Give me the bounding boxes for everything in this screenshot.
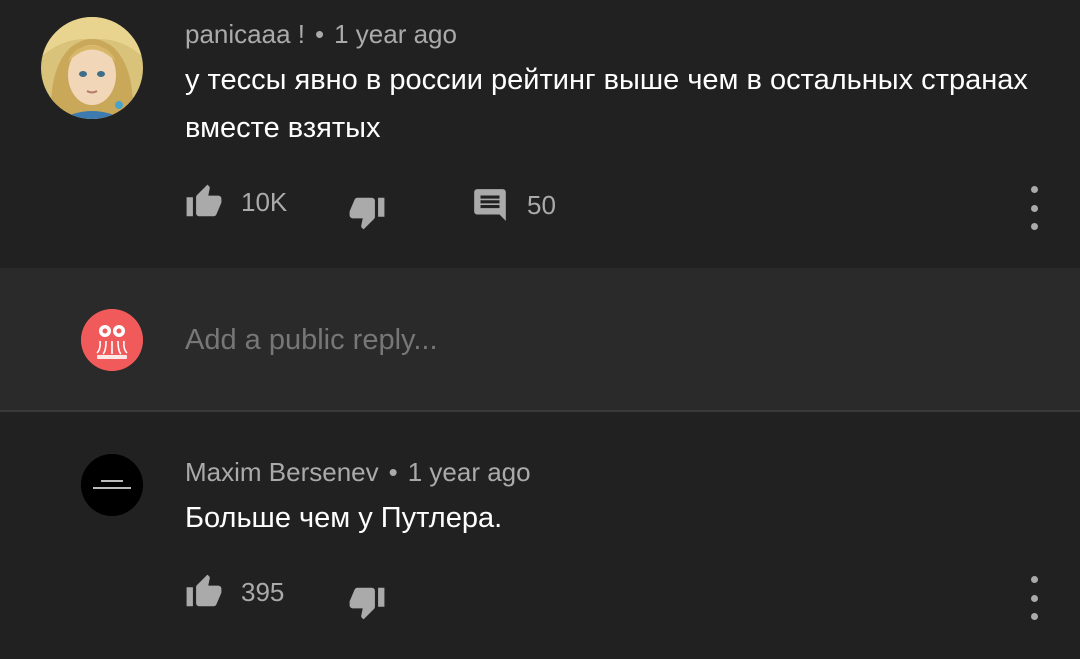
- comment-thread-2: Maxim Bersenev • 1 year ago Больше чем у П…: [0, 412, 1080, 659]
- comment-thread-1: panicaaa ! • 1 year ago у тессы явно в рос…: [0, 0, 1080, 268]
- author-avatar[interactable]: [81, 454, 143, 516]
- comment-time[interactable]: 1 year ago: [408, 457, 531, 487]
- comment-text: Больше чем у Путлера.: [185, 502, 503, 534]
- dislike-button[interactable]: [348, 193, 386, 231]
- reply-box: Add a public reply...: [0, 268, 1080, 410]
- more-vertical-icon: [1030, 576, 1038, 583]
- reply-count: 50: [527, 189, 556, 220]
- more-options-button[interactable]: [1022, 576, 1046, 620]
- author-avatar[interactable]: [41, 17, 143, 119]
- more-options-button[interactable]: [1022, 186, 1046, 230]
- comment-meta: Maxim Bersenev • 1 year ago: [185, 457, 531, 488]
- like-button[interactable]: 395: [185, 573, 284, 611]
- thumbs-up-icon: [186, 574, 222, 607]
- zelda-avatar-image: [41, 17, 143, 119]
- meta-separator: •: [314, 19, 325, 49]
- author-name[interactable]: Maxim Bersenev: [185, 457, 379, 487]
- dislike-button[interactable]: [348, 583, 386, 621]
- directed-by-avatar-image: [81, 454, 143, 516]
- comment-meta: panicaaa ! • 1 year ago: [185, 19, 457, 50]
- more-vertical-icon: [1030, 186, 1038, 193]
- meta-separator: •: [388, 457, 398, 487]
- comment-icon: [474, 189, 506, 221]
- thumbs-down-icon: [349, 587, 385, 620]
- comment-time[interactable]: 1 year ago: [334, 19, 457, 49]
- octopus-logo-icon: [81, 309, 143, 371]
- reply-count-button[interactable]: 50: [471, 186, 556, 224]
- thumbs-down-icon: [349, 197, 385, 230]
- like-button[interactable]: 10K: [185, 183, 287, 221]
- like-count: 395: [241, 576, 285, 607]
- reply-input[interactable]: Add a public reply...: [185, 324, 438, 357]
- current-user-avatar[interactable]: [81, 309, 143, 371]
- like-count: 10K: [241, 186, 288, 217]
- comment-text: у тессы явно в россии рейтинг выше чем в…: [185, 64, 1028, 144]
- author-name[interactable]: panicaaa !: [185, 19, 305, 49]
- thumbs-up-icon: [186, 184, 222, 217]
